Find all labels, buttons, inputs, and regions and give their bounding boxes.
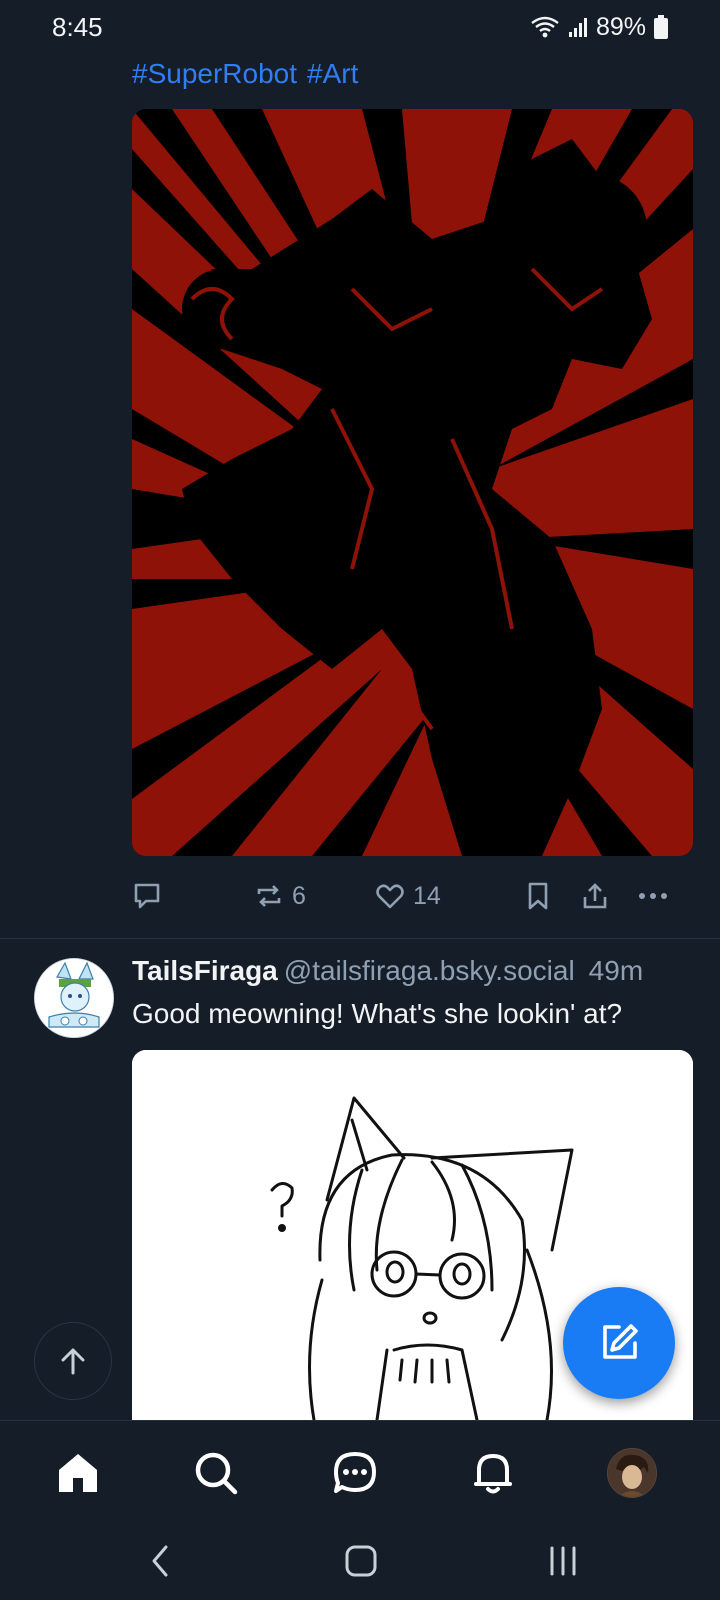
share-button[interactable]: [580, 876, 610, 916]
system-navigation: [0, 1521, 720, 1600]
post-timestamp: 49m: [588, 955, 644, 986]
profile-avatar: [607, 1448, 657, 1498]
repost-button[interactable]: 6: [254, 876, 306, 916]
like-button[interactable]: 14: [375, 876, 441, 916]
wifi-icon: [531, 16, 559, 38]
system-home-button[interactable]: [331, 1539, 391, 1583]
super-robot-illustration: [132, 109, 693, 856]
status-time: 8:45: [52, 12, 103, 42]
compose-icon: [603, 1324, 638, 1359]
battery-percent: 89%: [595, 12, 646, 41]
hashtag-link[interactable]: #Art: [307, 58, 358, 89]
back-icon: [152, 1545, 168, 1577]
chat-icon: [334, 1452, 376, 1493]
post2-text: Good meowning! What's she lookin' at?: [132, 998, 623, 1029]
post1-image[interactable]: [132, 109, 693, 856]
display-name[interactable]: TailsFiraga: [132, 955, 278, 986]
more-icon: [639, 893, 667, 899]
avatar-image: [35, 959, 113, 1037]
hashtag-link[interactable]: #SuperRobot: [132, 58, 297, 89]
more-button[interactable]: [637, 876, 669, 916]
recents-icon: [550, 1546, 576, 1576]
battery-icon: [654, 15, 668, 39]
nav-search[interactable]: [186, 1443, 246, 1503]
post-divider: [0, 938, 720, 939]
nav-notifications[interactable]: [463, 1443, 523, 1503]
search-icon: [195, 1452, 238, 1495]
nav-profile[interactable]: [602, 1443, 662, 1503]
bookmark-button[interactable]: [524, 876, 552, 916]
nav-home[interactable]: [48, 1443, 108, 1503]
heart-icon: [376, 884, 404, 909]
profile-avatar-image: [608, 1449, 656, 1497]
scroll-to-top-button[interactable]: [34, 1322, 112, 1400]
post1-hashtags: #SuperRobot #Art: [132, 58, 368, 90]
post2-avatar[interactable]: [34, 958, 114, 1038]
home-icon: [59, 1454, 97, 1492]
reply-icon: [134, 883, 160, 909]
user-handle[interactable]: @tailsfiraga.bsky.social: [284, 955, 575, 986]
share-icon: [583, 883, 607, 909]
nav-chat[interactable]: [325, 1443, 385, 1503]
post1-actions: 6 14: [132, 876, 693, 916]
arrow-up-icon: [61, 1348, 85, 1375]
like-count: 14: [413, 881, 441, 910]
repost-icon: [257, 885, 281, 907]
bookmark-icon: [528, 882, 548, 910]
status-icons: 89%: [530, 12, 668, 42]
system-back-button[interactable]: [130, 1539, 190, 1583]
status-bar: 8:45 89%: [0, 0, 720, 56]
signal-icon: [568, 18, 587, 37]
bottom-navigation: [0, 1420, 720, 1521]
reply-button[interactable]: [132, 876, 162, 916]
post2-header: TailsFiraga @tailsfiraga.bsky.social 49m: [132, 955, 702, 987]
repost-count: 6: [292, 881, 306, 910]
system-recents-button[interactable]: [533, 1539, 593, 1583]
bell-icon: [474, 1454, 512, 1494]
compose-post-button[interactable]: [563, 1287, 675, 1399]
home-circle-icon: [345, 1545, 377, 1577]
